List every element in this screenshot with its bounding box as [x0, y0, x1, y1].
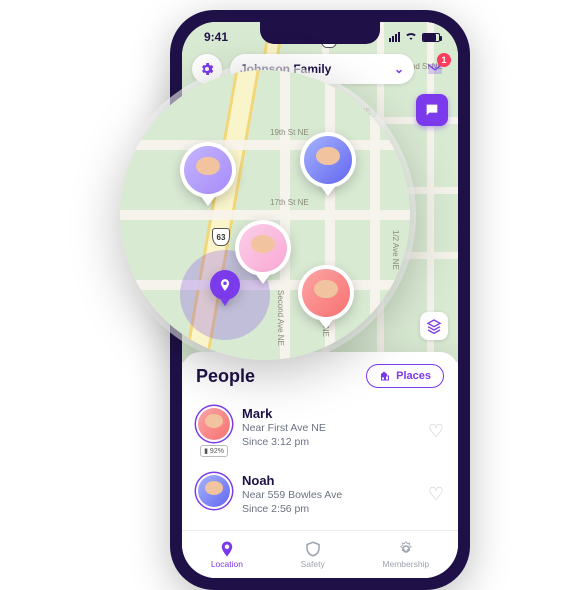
street-label: Second Ave NE [276, 290, 285, 346]
member-pin[interactable] [298, 265, 354, 321]
nav-safety[interactable]: Safety [301, 540, 325, 569]
favorite-button[interactable]: ♡ [428, 484, 444, 505]
notch [260, 22, 380, 44]
person-name: Mark [242, 406, 418, 421]
member-pin[interactable] [235, 220, 291, 276]
location-pin-icon [218, 540, 236, 558]
nav-location[interactable]: Location [211, 540, 243, 569]
inbox-badge: 1 [437, 53, 451, 67]
badge-icon [397, 540, 415, 558]
nav-membership[interactable]: Membership [382, 540, 429, 569]
battery-icon [422, 33, 440, 42]
street-label: 1/2 Ave NE [391, 230, 400, 270]
places-button[interactable]: Places [366, 364, 444, 388]
wifi-icon [404, 31, 418, 43]
chat-button[interactable] [416, 94, 448, 126]
person-location: Near First Ave NE [242, 421, 418, 435]
map-magnifier: 19th St NE 17th St NE Second Ave NE Thir… [120, 70, 410, 360]
highway-shield: 63 [212, 228, 230, 246]
person-since: Since 2:56 pm [242, 502, 418, 516]
bottom-nav: Location Safety Membership [182, 530, 458, 578]
avatar [196, 473, 232, 509]
person-row[interactable]: ▮92% Mark Near First Ave NE Since 3:12 p… [196, 398, 444, 465]
inbox-button[interactable]: 1 [422, 56, 448, 82]
building-icon [379, 370, 391, 382]
map-layers-button[interactable] [420, 312, 448, 340]
location-pin-icon [218, 278, 232, 292]
favorite-button[interactable]: ♡ [428, 421, 444, 442]
street-label: 17th St NE [270, 198, 309, 207]
signal-icon [389, 32, 400, 42]
shield-icon [304, 540, 322, 558]
person-location: Near 559 Bowles Ave [242, 488, 418, 502]
member-pin[interactable] [180, 142, 236, 198]
person-since: Since 3:12 pm [242, 435, 418, 449]
member-pin[interactable] [300, 132, 356, 188]
avatar [196, 406, 232, 442]
sheet-title: People [196, 366, 255, 387]
chevron-down-icon: ⌄ [394, 62, 404, 76]
status-time: 9:41 [204, 30, 228, 44]
person-row[interactable]: Noah Near 559 Bowles Ave Since 2:56 pm ♡ [196, 465, 444, 524]
person-name: Noah [242, 473, 418, 488]
battery-indicator: ▮92% [200, 445, 228, 457]
